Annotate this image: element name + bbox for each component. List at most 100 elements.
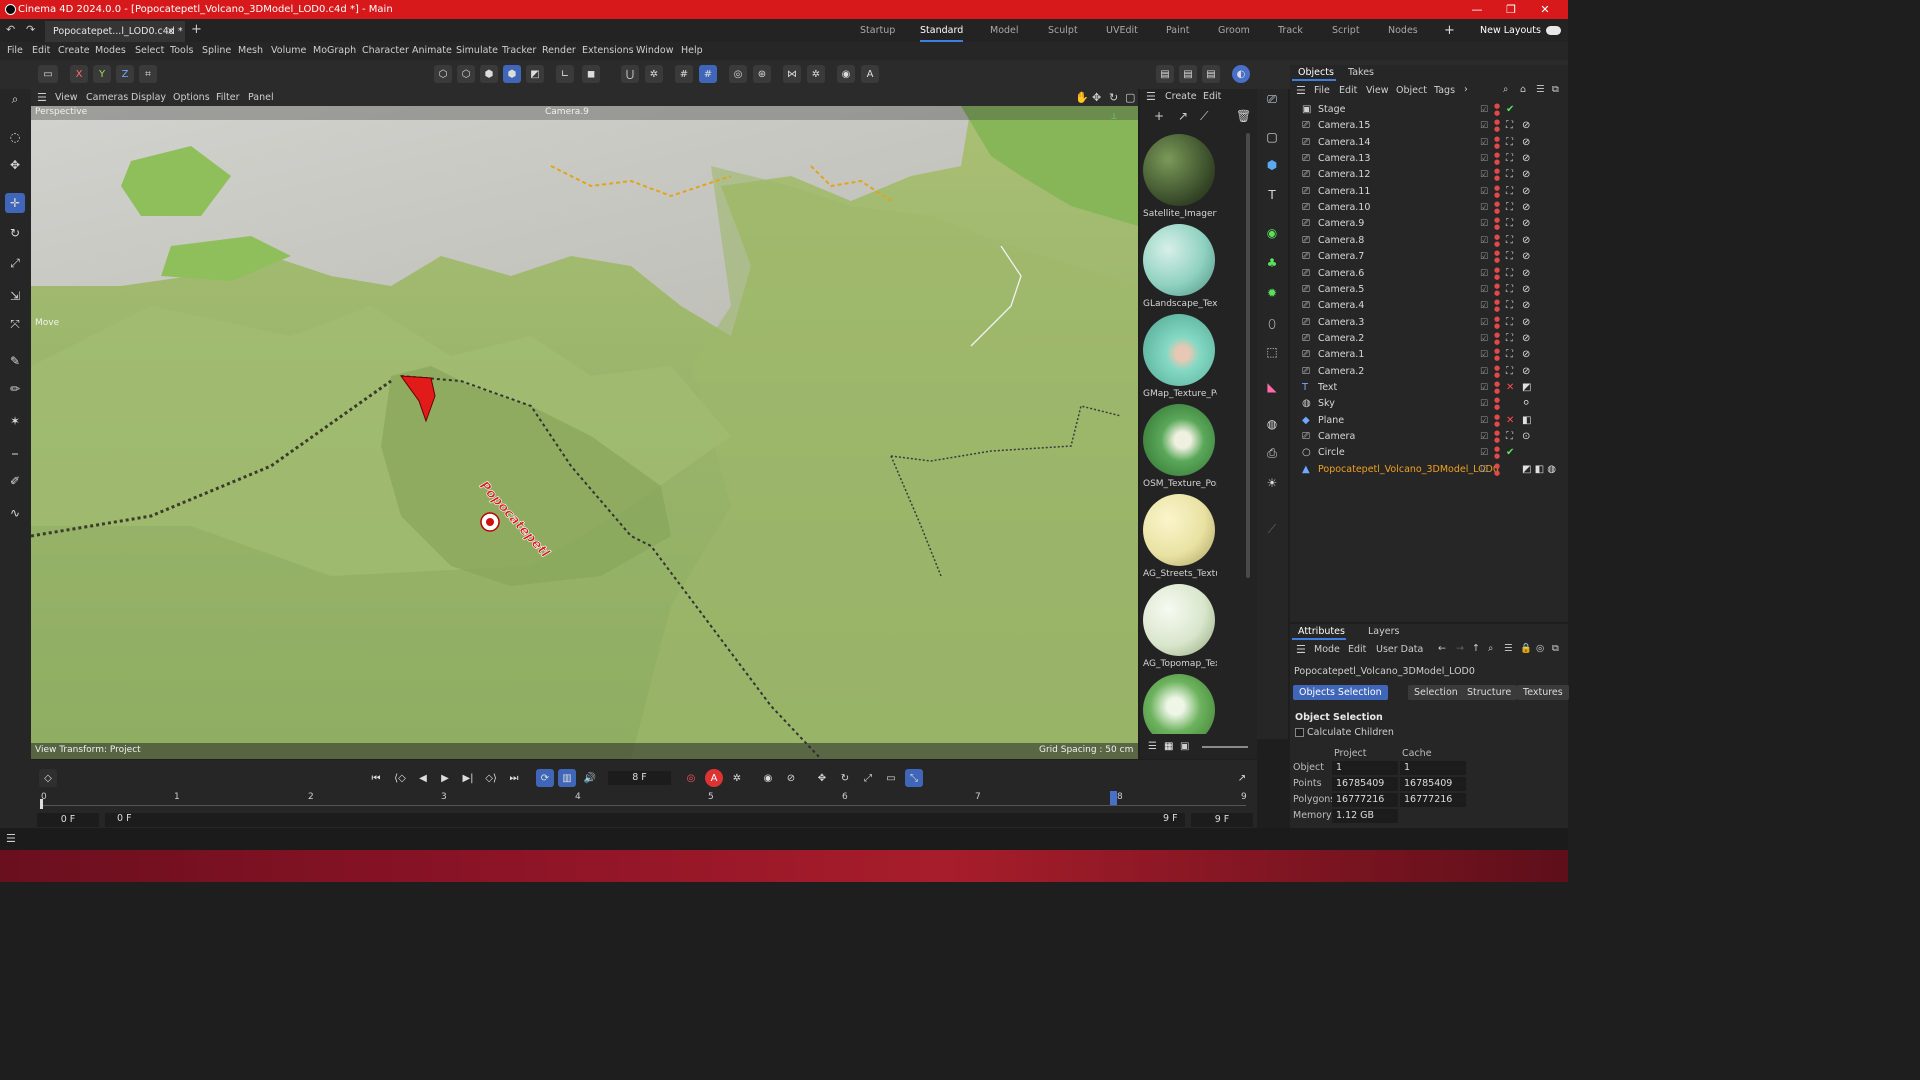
timeline-graph-icon[interactable]: ↗	[1233, 769, 1251, 787]
tab-objects[interactable]: Objects	[1298, 67, 1334, 78]
sky-material-tag-icon[interactable]: ⚪	[1522, 396, 1530, 412]
object-mode-icon[interactable]: ⬢	[503, 65, 521, 83]
sketch-icon[interactable]: ✏	[5, 379, 25, 399]
layer-check-icon[interactable]: ☑	[1480, 396, 1488, 412]
field-icon[interactable]: ⬚	[1262, 342, 1282, 362]
rotate-key-icon[interactable]: ↻	[836, 769, 854, 787]
start-frame-field[interactable]: 0 F	[37, 813, 99, 827]
live-selection-icon[interactable]: ◌	[5, 127, 25, 147]
layout-sculpt[interactable]: Sculpt	[1048, 19, 1078, 42]
model-mode-icon[interactable]: ▭	[38, 65, 58, 83]
camera-tag-icon[interactable]: ⛶	[1506, 364, 1513, 380]
redshift-icon[interactable]: ◐	[1232, 65, 1250, 83]
enabled-check-icon[interactable]: ✔	[1506, 445, 1514, 461]
protection-tag-icon[interactable]: ⊘	[1522, 266, 1530, 282]
solo-icon[interactable]: ◼	[582, 65, 600, 83]
close-button[interactable]: ✕	[1528, 0, 1562, 19]
param-key-icon[interactable]: ▭	[882, 769, 900, 787]
layer-check-icon[interactable]: ☑	[1480, 266, 1488, 282]
object-row[interactable]: ⎚ Camera.1 ☑ ● ● ⛶ ⊘	[1290, 347, 1568, 363]
attribute-menu-userdata[interactable]: User Data	[1376, 644, 1423, 655]
visibility-dots-icon[interactable]: ● ●	[1494, 348, 1500, 362]
object-row[interactable]: ⎚ Camera.10 ☑ ● ● ⛶ ⊘	[1290, 200, 1568, 216]
axis-y-lock[interactable]: Y	[93, 65, 111, 83]
layer-check-icon[interactable]: ☑	[1480, 233, 1488, 249]
visibility-dots-icon[interactable]: ● ●	[1494, 217, 1500, 231]
layer-check-icon[interactable]: ☑	[1480, 249, 1488, 265]
filter-icon[interactable]: ☰	[1504, 643, 1513, 654]
viewport-menu-panel[interactable]: Panel	[248, 89, 274, 106]
link-icon[interactable]: ↗	[1178, 109, 1188, 123]
menu-edit[interactable]: Edit	[32, 42, 50, 60]
text-icon[interactable]: T	[1262, 185, 1282, 205]
layer-check-icon[interactable]: ☑	[1480, 429, 1488, 445]
object-row[interactable]: ▲ Popocatepetl_Volcano_3DModel_LOD0 ☑ ● ● ◩ ◧…	[1290, 462, 1568, 478]
attribute-menu-mode[interactable]: Mode	[1314, 644, 1340, 655]
layout-toggle[interactable]	[1546, 26, 1561, 35]
object-row[interactable]: ⎚ Camera.13 ☑ ● ● ⛶ ⊘	[1290, 151, 1568, 167]
object-row[interactable]: ⎚ Camera.4 ☑ ● ● ⛶ ⊘	[1290, 298, 1568, 314]
generator-icon[interactable]: ◉	[1262, 223, 1282, 243]
protection-tag-icon[interactable]: ⊘	[1522, 249, 1530, 265]
material-swatch[interactable]: AG_Streets_Textur	[1143, 494, 1217, 579]
camera-icon[interactable]: ⎚	[1262, 89, 1282, 109]
layout-standard[interactable]: Standard	[920, 19, 964, 42]
tab-layers[interactable]: Layers	[1368, 626, 1399, 637]
playhead[interactable]	[1110, 791, 1117, 805]
large-view-icon[interactable]: ▣	[1180, 741, 1189, 752]
visibility-dots-icon[interactable]: ● ●	[1494, 364, 1500, 379]
points-mode-icon[interactable]: ⬡	[434, 65, 452, 83]
viewport-camera-label[interactable]: Camera.9	[545, 107, 589, 117]
search-icon[interactable]: ⌕	[1488, 643, 1493, 654]
layout-groom[interactable]: Groom	[1218, 19, 1250, 42]
move-view-icon[interactable]: ✥	[1092, 89, 1101, 106]
layer-check-icon[interactable]: ☑	[1480, 347, 1488, 363]
sound-icon[interactable]: 🔊	[581, 769, 599, 787]
environment-icon[interactable]: ◍	[1262, 414, 1282, 434]
material-menu-edit[interactable]: Edit	[1203, 91, 1221, 102]
back-arrow-icon[interactable]: ←	[1438, 643, 1446, 654]
camera-target-tag-icon[interactable]: ⊙	[1522, 429, 1530, 445]
start-marker[interactable]	[40, 799, 43, 809]
snap-settings-icon[interactable]: ✲	[645, 65, 663, 83]
key-settings-icon[interactable]: ✲	[728, 769, 746, 787]
menu-select[interactable]: Select	[135, 42, 164, 60]
visibility-dots-icon[interactable]: ● ●	[1494, 201, 1500, 215]
object-row[interactable]: ⎚ Camera.7 ☑ ● ● ⛶ ⊘	[1290, 249, 1568, 265]
new-window-icon[interactable]: ⧉	[1552, 84, 1559, 95]
tab-attributes[interactable]: Attributes	[1298, 626, 1345, 637]
material-menu-create[interactable]: Create	[1165, 91, 1197, 102]
coordinate-system-icon[interactable]: ⌗	[139, 65, 157, 83]
object-menu-view[interactable]: View	[1366, 85, 1389, 96]
next-frame-icon[interactable]: ▶|	[459, 769, 477, 787]
layer-check-icon[interactable]: ☑	[1480, 151, 1488, 167]
placement-icon[interactable]: ⤧	[5, 314, 25, 334]
camera-object-icon[interactable]: ⎙	[1262, 443, 1282, 463]
protection-tag-icon[interactable]: ⊘	[1522, 298, 1530, 314]
timeline-ruler[interactable]: 0 1 2 3 4 5 6 7 8 9	[40, 791, 1247, 809]
render-picture-viewer-icon[interactable]: ▤	[1179, 65, 1197, 83]
camera-tag-icon[interactable]: ⛶	[1506, 233, 1513, 249]
menu-create[interactable]: Create	[58, 42, 90, 60]
deformer-icon[interactable]: ⬯	[1262, 314, 1282, 334]
menu-mograph[interactable]: MoGraph	[313, 42, 356, 60]
visibility-dots-icon[interactable]: ● ●	[1494, 233, 1500, 248]
visibility-dots-icon[interactable]: ● ●	[1494, 299, 1500, 313]
attribute-menu-edit[interactable]: Edit	[1348, 644, 1366, 655]
layer-check-icon[interactable]: ☑	[1480, 413, 1488, 429]
select-icon[interactable]: ✥	[5, 155, 25, 175]
light-icon[interactable]: ☀	[1262, 473, 1282, 493]
preview-range-bar[interactable]	[105, 813, 1185, 827]
move-tool-icon[interactable]: ✛	[5, 193, 25, 213]
menu-extensions[interactable]: Extensions	[582, 42, 634, 60]
camera-tag-icon[interactable]: ⛶	[1506, 135, 1513, 151]
brush-icon[interactable]: ⎯	[5, 443, 25, 463]
forward-arrow-icon[interactable]: →	[1456, 643, 1464, 654]
material-swatch[interactable]: OSM_Texture_Pop	[1143, 404, 1217, 489]
camera-tag-icon[interactable]: ⛶	[1506, 184, 1513, 200]
edges-mode-icon[interactable]: ⬡	[457, 65, 475, 83]
visibility-dots-icon[interactable]: ● ●	[1494, 315, 1500, 330]
uv-mode-icon[interactable]: ◩	[526, 65, 544, 83]
enabled-check-icon[interactable]: ✔	[1506, 102, 1514, 118]
minimize-button[interactable]: —	[1460, 0, 1494, 19]
